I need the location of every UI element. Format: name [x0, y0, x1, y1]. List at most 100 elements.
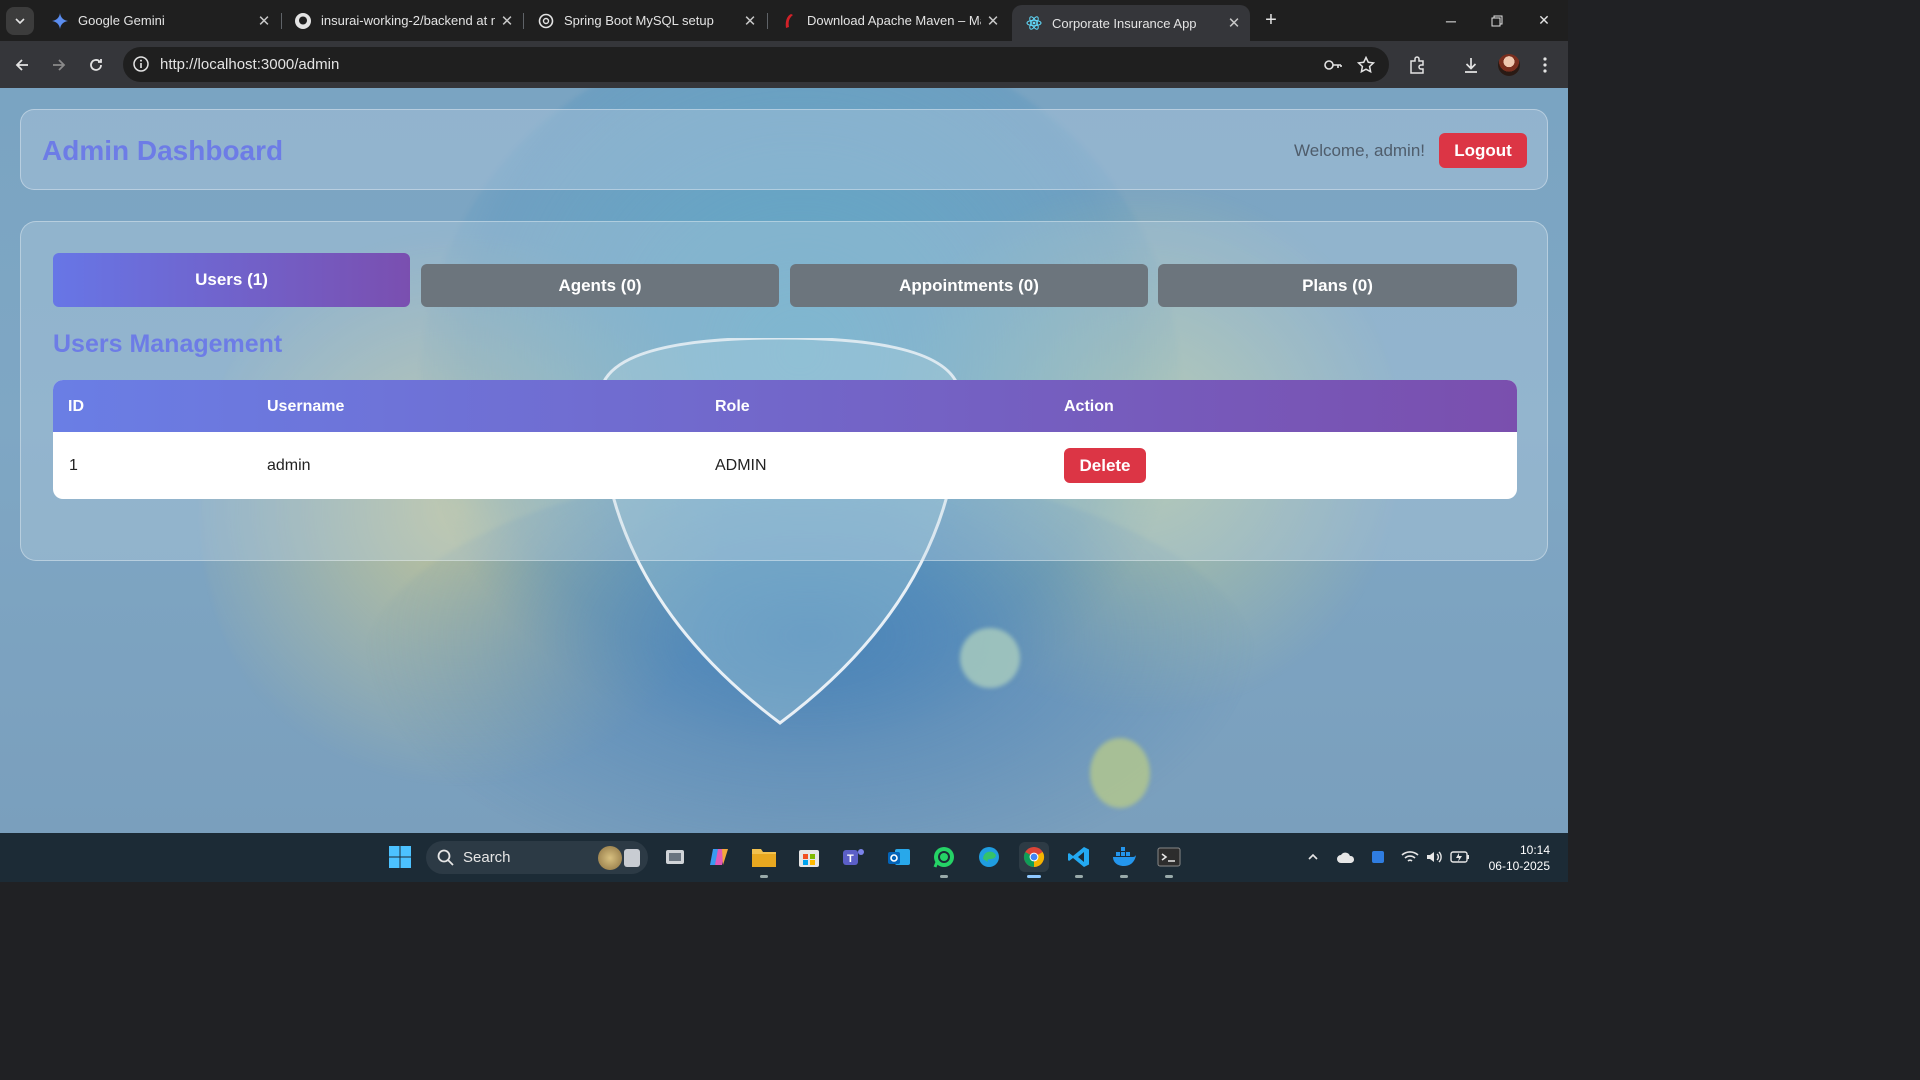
microsoft-store-icon[interactable]: [794, 842, 824, 872]
tab-search-button[interactable]: [6, 7, 34, 35]
arrow-right-icon: [53, 59, 66, 71]
search-highlight-icon: [598, 846, 622, 870]
chatgpt-icon: [538, 13, 554, 29]
system-clock[interactable]: 10:14 06-10-2025: [1478, 842, 1550, 874]
wifi-icon[interactable]: [1400, 847, 1420, 867]
forward-button[interactable]: [45, 51, 73, 79]
close-icon[interactable]: ✕: [495, 12, 519, 30]
close-icon[interactable]: ✕: [981, 12, 1005, 30]
browser-tab-maven[interactable]: Download Apache Maven – Ma ✕: [767, 5, 1009, 36]
edge-icon[interactable]: [974, 842, 1004, 872]
arrow-left-icon: [15, 59, 28, 71]
outlook-icon[interactable]: [884, 842, 914, 872]
volume-icon[interactable]: [1424, 847, 1444, 867]
admin-panel: Users (1) Agents (0) Appointments (0) Pl…: [20, 221, 1548, 561]
battery-icon[interactable]: [1450, 847, 1470, 867]
browser-tab-chatgpt[interactable]: Spring Boot MySQL setup ✕: [524, 5, 766, 36]
tab-plans[interactable]: Plans (0): [1158, 264, 1517, 307]
running-indicator: [940, 875, 948, 878]
cell-id: 1: [69, 457, 78, 474]
window-close-icon[interactable]: ✕: [1521, 0, 1567, 41]
close-icon[interactable]: ✕: [738, 12, 762, 30]
url-text[interactable]: http://localhost:3000/admin: [160, 56, 339, 73]
clock-time: 10:14: [1519, 843, 1550, 857]
github-icon: [295, 12, 311, 29]
running-indicator: [760, 875, 768, 878]
copilot-icon[interactable]: [704, 842, 734, 872]
running-indicator: [1120, 875, 1128, 878]
gemini-icon: [52, 12, 68, 29]
browser-toolbar: http://localhost:3000/admin: [0, 41, 1568, 88]
back-button[interactable]: [8, 51, 36, 79]
page-title: Admin Dashboard: [42, 135, 284, 166]
new-tab-button[interactable]: +: [1259, 9, 1283, 33]
logout-button[interactable]: Logout: [1439, 133, 1527, 168]
terminal-icon[interactable]: [1154, 842, 1184, 878]
chevron-up-icon[interactable]: [1303, 847, 1323, 867]
users-table: ID Username Role Action 1 admin ADMIN De…: [53, 380, 1517, 499]
running-indicator: [1027, 875, 1041, 878]
maven-icon: [781, 13, 797, 29]
svg-text:T: T: [847, 853, 854, 865]
file-explorer-icon[interactable]: [749, 842, 779, 878]
reload-button[interactable]: [82, 51, 110, 79]
close-icon[interactable]: ✕: [1222, 14, 1246, 32]
search-highlight-icon: [624, 849, 640, 867]
whatsapp-icon[interactable]: [929, 842, 959, 878]
tab-title: Corporate Insurance App: [1052, 15, 1197, 31]
tab-appointments[interactable]: Appointments (0): [790, 264, 1148, 307]
page-viewport: Admin Dashboard Welcome, admin! Logout U…: [0, 88, 1568, 833]
menu-kebab-icon[interactable]: [1533, 53, 1557, 77]
search-icon: [437, 849, 454, 866]
tab-title: Google Gemini: [78, 13, 165, 28]
taskbar: Search T 10:14 06-10-2025: [0, 833, 1568, 882]
column-header-username: Username: [267, 398, 345, 415]
search-label: Search: [463, 849, 511, 866]
address-bar[interactable]: http://localhost:3000/admin: [123, 47, 1389, 82]
welcome-message: Welcome, admin!: [1294, 141, 1426, 160]
react-icon: [1026, 15, 1042, 31]
task-view-icon[interactable]: [660, 842, 690, 872]
site-info-icon[interactable]: [132, 55, 150, 73]
delete-user-button[interactable]: Delete: [1064, 448, 1146, 483]
extensions-icon[interactable]: [1405, 53, 1429, 77]
cell-username: admin: [267, 457, 311, 474]
bookmark-star-icon[interactable]: [1356, 55, 1376, 75]
chrome-icon[interactable]: [1019, 842, 1049, 878]
windows-start-icon[interactable]: [385, 842, 415, 872]
restore-icon[interactable]: [1474, 0, 1520, 41]
close-icon[interactable]: ✕: [252, 12, 276, 30]
background-blob: [1090, 738, 1150, 808]
password-key-icon[interactable]: [1323, 55, 1343, 75]
browser-tab-gemini[interactable]: Google Gemini ✕: [38, 5, 280, 36]
running-indicator: [1075, 875, 1083, 878]
download-icon[interactable]: [1459, 53, 1483, 77]
onedrive-cloud-icon[interactable]: [1336, 847, 1356, 867]
browser-tab-github[interactable]: insurai-working-2/backend at m ✕: [281, 5, 523, 36]
table-header: ID Username Role Action: [53, 380, 1517, 432]
defender-icon[interactable]: [1368, 847, 1388, 867]
tab-title: Download Apache Maven – Ma: [807, 13, 981, 28]
profile-avatar[interactable]: [1498, 54, 1520, 76]
tab-title: insurai-working-2/backend at m: [321, 13, 495, 28]
cell-role: ADMIN: [715, 457, 767, 474]
running-indicator: [1165, 875, 1173, 878]
column-header-id: ID: [68, 398, 84, 415]
chevron-down-icon: [15, 18, 25, 25]
browser-tab-corporate-insurance[interactable]: Corporate Insurance App ✕: [1012, 5, 1250, 41]
minimize-icon[interactable]: ─: [1428, 0, 1474, 41]
dashboard-header: Admin Dashboard Welcome, admin! Logout: [20, 109, 1548, 190]
tab-users[interactable]: Users (1): [53, 253, 410, 307]
taskbar-search[interactable]: Search: [426, 841, 648, 874]
browser-tab-strip: Google Gemini ✕ insurai-working-2/backen…: [0, 0, 1568, 41]
reload-icon: [90, 59, 102, 71]
tab-title: Spring Boot MySQL setup: [564, 13, 714, 28]
docker-icon[interactable]: [1109, 842, 1139, 878]
tab-agents[interactable]: Agents (0): [421, 264, 779, 307]
vscode-icon[interactable]: [1064, 842, 1094, 878]
column-header-role: Role: [715, 398, 750, 415]
section-title: Users Management: [53, 330, 283, 358]
column-header-action: Action: [1064, 398, 1114, 415]
teams-icon[interactable]: T: [839, 842, 869, 872]
clock-date: 06-10-2025: [1488, 859, 1550, 873]
